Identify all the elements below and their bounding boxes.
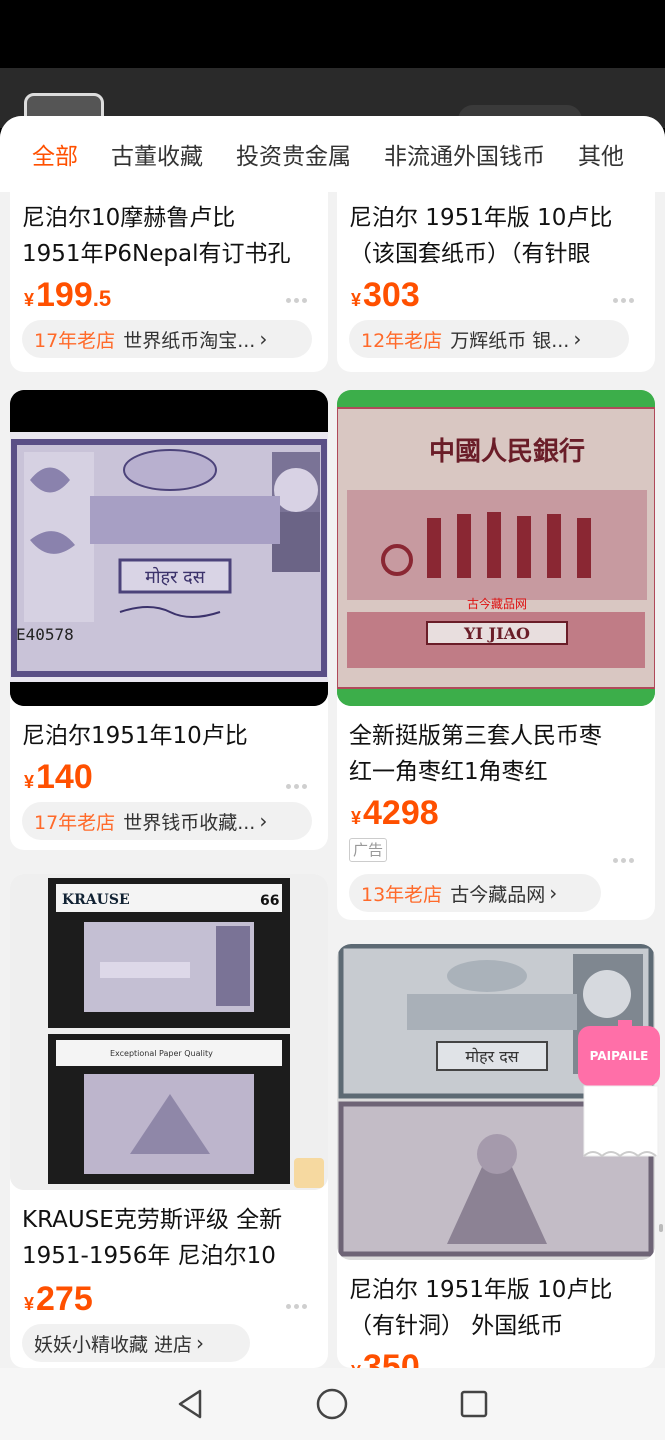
scroll-indicator (659, 1224, 663, 1232)
tab-all[interactable]: 全部 (32, 137, 78, 171)
tab-foreign-coins[interactable]: 非流通外国钱币 (384, 137, 545, 171)
recents-square-icon[interactable] (456, 1386, 492, 1422)
ad-label: 广告 (349, 838, 388, 862)
more-options-icon[interactable] (613, 288, 639, 303)
svg-text:Exceptional Paper Quality: Exceptional Paper Quality (110, 1049, 213, 1058)
product-card-4[interactable]: 中國人民銀行 古今藏品网 YI JIAO 全新挺版第三套人民币枣 红一角枣红1角… (337, 390, 655, 920)
chevron-right-icon: › (259, 809, 268, 833)
svg-text:YI JIAO: YI JIAO (463, 624, 530, 643)
floating-promo-badge[interactable]: PAIPAILE (578, 1020, 660, 1160)
more-options-icon[interactable] (286, 1294, 312, 1309)
shop-link[interactable]: 17年老店 世界钱币收藏... › (22, 802, 312, 840)
shop-link[interactable]: 17年老店 世界纸币淘宝... › (22, 320, 312, 358)
shop-link[interactable]: 13年老店 古今藏品网 › (349, 874, 601, 912)
shop-link[interactable]: 12年老店 万辉纸币 银... › (349, 320, 629, 358)
system-navigation-bar (0, 1368, 665, 1440)
tab-antiques[interactable]: 古董收藏 (111, 137, 203, 171)
svg-text:66: 66 (260, 893, 279, 909)
more-options-icon[interactable] (286, 288, 312, 303)
product-price: ¥303 (351, 276, 420, 314)
svg-text:मोहर दस: मोहर दस (145, 566, 206, 588)
product-image[interactable]: KRAUSE 66 Exceptional Paper Quality (10, 874, 328, 1190)
product-title: 尼泊尔1951年10卢比 (22, 723, 248, 749)
tab-precious-metals[interactable]: 投资贵金属 (236, 137, 351, 171)
chevron-right-icon: › (259, 327, 268, 351)
product-card-2[interactable]: 尼泊尔 1951年版 10卢比 （该国套纸币）（有针眼 ¥303 12年老店 万… (337, 192, 655, 372)
more-options-icon[interactable] (613, 848, 639, 863)
svg-text:E40578: E40578 (16, 625, 74, 644)
svg-text:中國人民銀行: 中國人民銀行 (429, 436, 585, 467)
product-price: ¥350 (351, 1348, 420, 1368)
chevron-right-icon: › (196, 1331, 205, 1355)
product-card-1[interactable]: 尼泊尔10摩赫鲁卢比 1951年P6Nepal有订书孔 ¥199.5 17年老店… (10, 192, 328, 372)
back-triangle-icon[interactable] (172, 1386, 208, 1422)
product-image[interactable]: मोहर दस E40578 (10, 390, 328, 706)
product-price: ¥275 (24, 1280, 93, 1318)
product-image[interactable]: 中國人民銀行 古今藏品网 YI JIAO (337, 390, 655, 706)
rmb-banknote-image: 中國人民銀行 古今藏品网 YI JIAO (337, 390, 655, 706)
more-options-icon[interactable] (286, 774, 312, 789)
status-bar (0, 0, 665, 68)
product-card-5[interactable]: KRAUSE 66 Exceptional Paper Quality KRAU… (10, 874, 328, 1368)
product-title: 全新挺版第三套人民币枣 红一角枣红1角枣红 (349, 723, 602, 785)
svg-text:古今藏品网: 古今藏品网 (467, 596, 527, 611)
shop-link[interactable]: 妖妖小精收藏 进店 › (22, 1324, 250, 1362)
product-price: ¥140 (24, 758, 93, 796)
nepal-banknote-image: मोहर दस E40578 (10, 390, 328, 706)
chevron-right-icon: › (549, 881, 558, 905)
product-title: 尼泊尔 1951年版 10卢比 （该国套纸币）（有针眼 (349, 205, 613, 267)
category-sheet: 全部 古董收藏 投资贵金属 非流通外国钱币 其他 尼泊尔10摩赫鲁卢比 1951… (0, 116, 665, 1368)
tab-other[interactable]: 其他 (578, 137, 624, 171)
product-title: 尼泊尔10摩赫鲁卢比 1951年P6Nepal有订书孔 (22, 205, 291, 267)
product-title: 尼泊尔 1951年版 10卢比 （有针洞） 外国纸币 (349, 1277, 613, 1339)
category-tabs: 全部 古董收藏 投资贵金属 非流通外国钱币 其他 (0, 116, 665, 192)
svg-text:KRAUSE: KRAUSE (62, 892, 130, 908)
product-price: ¥4298 (351, 794, 439, 832)
graded-banknote-image: KRAUSE 66 Exceptional Paper Quality (10, 874, 328, 1190)
home-circle-icon[interactable] (314, 1386, 350, 1422)
product-card-3[interactable]: मोहर दस E40578 尼泊尔1951年10卢比 ¥140 17年老店 世… (10, 390, 328, 850)
product-title: KRAUSE克劳斯评级 全新 1951-1956年 尼泊尔10 (22, 1207, 283, 1269)
svg-text:मोहर दस: मोहर दस (465, 1047, 519, 1066)
svg-text:PAIPAILE: PAIPAILE (590, 1049, 649, 1063)
chevron-right-icon: › (573, 327, 582, 351)
product-price: ¥199.5 (24, 276, 112, 314)
